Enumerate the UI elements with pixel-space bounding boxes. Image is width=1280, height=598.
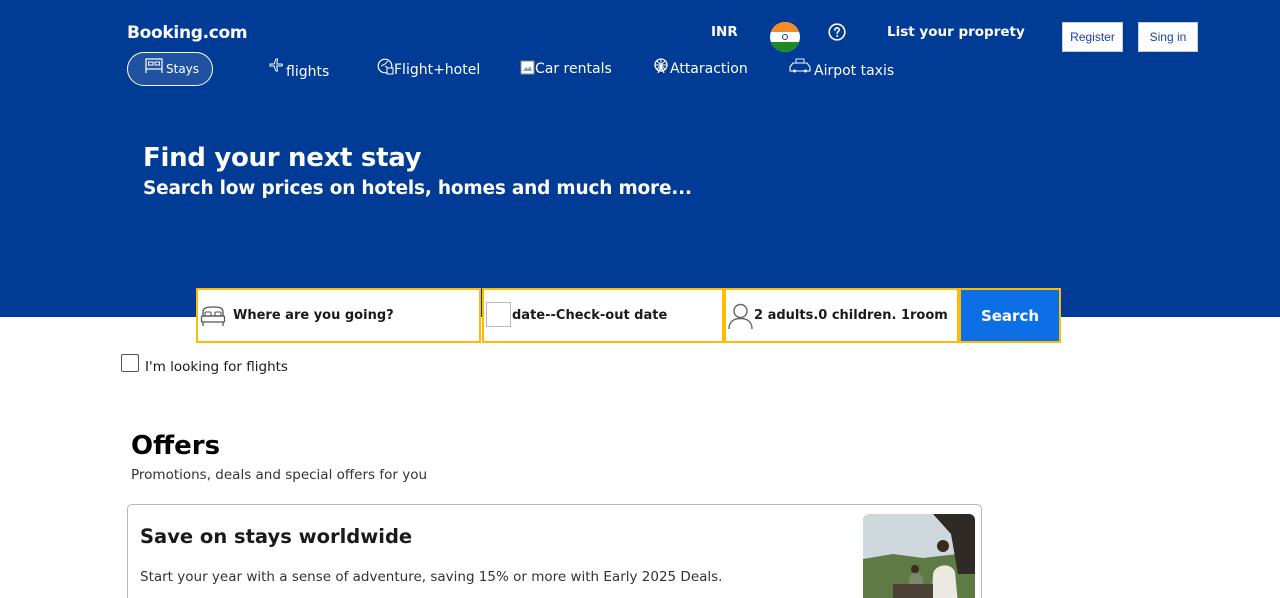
nav-flights[interactable]: flights xyxy=(268,52,329,86)
bed-icon xyxy=(200,305,226,326)
offer-card[interactable]: Save on stays worldwide Start your year … xyxy=(127,504,982,598)
hero-title: Find your next stay xyxy=(143,143,422,173)
offers-title: Offers xyxy=(131,431,221,461)
nav-flights-label: flights xyxy=(286,64,330,80)
search-button[interactable]: Search xyxy=(959,288,1061,343)
nav-airport-taxis-label: Airpot taxis xyxy=(814,63,895,79)
nav-stays-label: Stays xyxy=(166,62,200,76)
logo[interactable]: Booking.com xyxy=(127,23,248,43)
date-picker[interactable]: date--Check-out date xyxy=(482,288,724,343)
destination-input[interactable]: Where are you going? xyxy=(196,288,481,343)
bed-icon xyxy=(145,58,163,73)
offer-card-title: Save on stays worldwide xyxy=(140,525,413,548)
flights-checkbox[interactable] xyxy=(121,354,139,372)
broken-image-icon xyxy=(520,60,535,74)
offer-card-description: Start your year with a sense of adventur… xyxy=(140,569,723,585)
flight-hotel-icon xyxy=(377,58,394,74)
currency-selector[interactable]: INR xyxy=(711,24,738,40)
offers-subtitle: Promotions, deals and special offers for… xyxy=(131,467,428,483)
list-property-link[interactable]: List your proprety xyxy=(887,24,1025,40)
nav-flight-hotel-label: Flight+hotel xyxy=(394,62,481,78)
person-icon xyxy=(728,303,753,329)
nav-stays[interactable]: Stays xyxy=(127,52,213,86)
register-button[interactable]: Register xyxy=(1062,22,1123,52)
nav-attractions[interactable]: Attaraction xyxy=(653,52,748,86)
india-flag-icon[interactable] xyxy=(770,22,800,52)
help-icon[interactable] xyxy=(828,23,846,41)
nav-attractions-label: Attaraction xyxy=(670,61,748,77)
nav-flight-hotel[interactable]: Flight+hotel xyxy=(377,52,480,86)
nav-car-rentals-label: Car rentals xyxy=(535,61,612,77)
sign-in-button[interactable]: Sing in xyxy=(1138,22,1198,52)
nav-airport-taxis[interactable]: Airpot taxis xyxy=(788,52,894,86)
ferris-wheel-icon xyxy=(654,58,668,74)
plane-icon xyxy=(269,58,284,72)
taxi-icon xyxy=(789,58,811,73)
flights-checkbox-label: I'm looking for flights xyxy=(145,359,288,375)
nav-car-rentals[interactable]: Car rentals xyxy=(520,52,612,86)
offer-card-image xyxy=(863,514,975,598)
destination-placeholder: Where are you going? xyxy=(233,308,394,323)
hero-subtitle: Search low prices on hotels, homes and m… xyxy=(143,178,692,199)
guests-selector[interactable]: 2 adults.0 children. 1room xyxy=(724,288,959,343)
guests-label: 2 adults.0 children. 1room xyxy=(754,308,948,323)
date-picker-label: date--Check-out date xyxy=(512,308,668,323)
broken-image-icon xyxy=(486,302,511,327)
